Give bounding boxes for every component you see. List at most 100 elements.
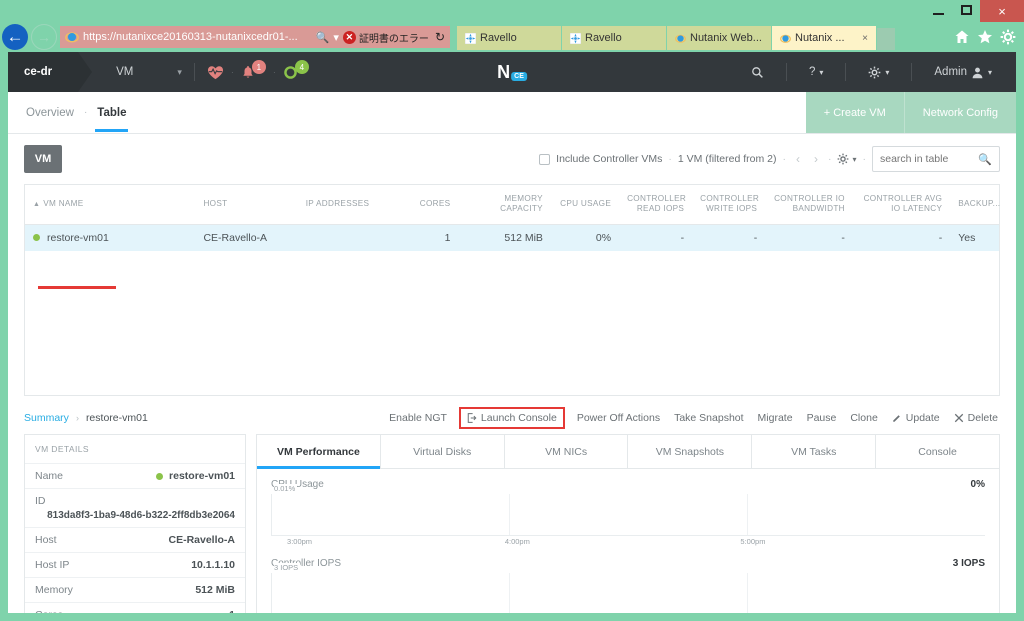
column-header-controller-read-iops[interactable]: CONTROLLER READ IOPS — [619, 185, 693, 225]
cell-vm-name[interactable]: restore-vm01 — [25, 224, 196, 251]
detail-label: Host IP — [35, 559, 70, 571]
chevron-down-icon: ▾ — [852, 154, 857, 164]
browser-tab-ravello-1[interactable]: Ravello — [457, 26, 561, 50]
grid-line — [746, 494, 748, 535]
action-pause[interactable]: Pause — [807, 412, 837, 424]
action-take-snapshot[interactable]: Take Snapshot — [674, 412, 743, 424]
tab-close-icon[interactable]: × — [862, 33, 868, 44]
back-button[interactable]: ← — [2, 24, 28, 50]
cluster-name[interactable]: ce-dr — [8, 52, 93, 92]
alerts-bell-icon[interactable]: 1 — [241, 60, 266, 80]
detail-label: Name — [35, 470, 64, 482]
action-launch-console[interactable]: Launch Console — [458, 407, 565, 429]
tab-table[interactable]: Table — [95, 94, 129, 132]
breadcrumb-summary[interactable]: Summary — [24, 412, 69, 424]
action-update[interactable]: Update — [892, 412, 940, 424]
tab-vm-nics[interactable]: VM NICs — [505, 435, 629, 468]
tab-virtual-disks[interactable]: Virtual Disks — [381, 435, 505, 468]
detail-row-memory: Memory 512 MiB — [25, 577, 245, 602]
browser-tab-nutanix-web[interactable]: Nutanix Web... — [667, 26, 771, 50]
ie-icon — [780, 34, 791, 43]
home-icon[interactable] — [954, 29, 970, 45]
controller-iops-chart: Controller IOPS 3 IOPS 3 IOPS 3:00pm 4:0… — [257, 548, 999, 613]
chart-title: Controller IOPS — [271, 558, 342, 569]
table-settings-menu[interactable]: ▾ — [837, 153, 857, 165]
entity-selector-label[interactable]: VM — [116, 66, 133, 78]
action-migrate[interactable]: Migrate — [758, 412, 793, 424]
chevron-down-icon[interactable]: ▾ — [177, 67, 182, 78]
new-tab-button[interactable] — [877, 28, 895, 50]
action-power-off[interactable]: Power Off Actions — [577, 412, 660, 424]
address-bar[interactable]: https://nutanixce20160313-nutanixcedr01-… — [60, 26, 450, 48]
column-header-backup[interactable]: BACKUP... — [950, 185, 1000, 225]
chart-current-value: 0% — [970, 479, 985, 490]
refresh-icon[interactable]: ↻ — [433, 30, 445, 44]
forward-button[interactable]: → — [31, 24, 57, 50]
cell-controller-io-bandwidth: - — [765, 224, 853, 251]
user-menu[interactable]: Admin ▾ — [924, 66, 1002, 79]
column-header-cores[interactable]: CORES — [404, 185, 459, 225]
grid-line — [746, 573, 748, 613]
column-header-controller-io-bandwidth[interactable]: CONTROLLER IO BANDWIDTH — [765, 185, 853, 225]
global-search-button[interactable] — [741, 66, 774, 79]
action-delete[interactable]: Delete — [954, 412, 998, 424]
column-header-ip-addresses[interactable]: IP ADDRESSES — [297, 185, 405, 225]
tasks-circle-icon[interactable]: 4 — [283, 60, 309, 80]
column-header-controller-write-iops[interactable]: CONTROLLER WRITE IOPS — [692, 185, 766, 225]
maximize-button[interactable] — [952, 0, 980, 20]
tab-vm-tasks[interactable]: VM Tasks — [752, 435, 877, 468]
address-url: https://nutanixce20160313-nutanixcedr01-… — [83, 31, 298, 43]
settings-menu[interactable]: ▾ — [858, 66, 899, 79]
browser-tab-ravello-2[interactable]: Ravello — [562, 26, 666, 50]
address-dropdown-caret[interactable]: ▾ — [333, 31, 339, 44]
header-right-controls: ? ▾ ▾ Admin ▾ — [741, 63, 1016, 81]
grid-line — [509, 573, 511, 613]
column-header-host[interactable]: HOST — [195, 185, 298, 225]
title-bar: × — [0, 0, 1024, 22]
column-header-memory-capacity[interactable]: MEMORY CAPACITY — [458, 185, 551, 225]
browser-tab-nutanix-active[interactable]: Nutanix ... × — [772, 26, 876, 50]
detail-row-cores: Cores 1 — [25, 602, 245, 613]
action-enable-ngt[interactable]: Enable NGT — [389, 412, 447, 424]
column-header-controller-avg-io-latency[interactable]: CONTROLLER AVG IO LATENCY — [852, 185, 951, 225]
next-page-button[interactable]: › — [810, 152, 822, 166]
tab-vm-performance[interactable]: VM Performance — [257, 435, 381, 469]
help-menu[interactable]: ? ▾ — [799, 66, 833, 78]
close-button[interactable]: × — [980, 0, 1024, 22]
separator-dot: · — [272, 67, 276, 77]
address-search-icon[interactable]: 🔍 — [316, 31, 330, 44]
health-heartbeat-icon[interactable] — [207, 65, 224, 80]
include-controller-vms-checkbox[interactable] — [539, 153, 551, 165]
tab-vm-snapshots[interactable]: VM Snapshots — [628, 435, 753, 468]
create-vm-button[interactable]: + Create VM — [805, 92, 904, 133]
cpu-usage-chart: CPU Usage 0% 0.01% 3:00pm 4:00pm 5:00pm — [257, 469, 999, 548]
tab-console[interactable]: Console — [876, 435, 999, 468]
column-label: VM NAME — [43, 198, 84, 208]
browser-tab-label: Nutanix ... — [795, 32, 845, 44]
search-input[interactable] — [880, 153, 979, 165]
star-icon[interactable] — [977, 29, 993, 45]
divider — [785, 63, 787, 81]
detail-label: Cores — [35, 609, 63, 613]
table-row[interactable]: restore-vm01 CE-Ravello-A 1 512 MiB 0% -… — [25, 224, 999, 251]
certificate-error-indicator[interactable]: ✕ 証明書のエラー — [342, 30, 429, 45]
ie-icon — [675, 34, 686, 43]
column-header-cpu-usage[interactable]: CPU USAGE — [550, 185, 620, 225]
cell-ip-addresses — [297, 224, 405, 251]
action-clone[interactable]: Clone — [850, 412, 877, 424]
table-search-box[interactable]: 🔍 — [872, 146, 1000, 172]
gear-icon[interactable] — [1000, 29, 1016, 45]
tab-overview[interactable]: Overview — [24, 94, 76, 131]
network-config-button[interactable]: Network Config — [903, 92, 1016, 133]
pencil-icon — [893, 415, 900, 422]
column-header-vm-name[interactable]: ▲ VM NAME — [25, 185, 196, 225]
entity-type-button[interactable]: VM — [24, 145, 62, 173]
help-label: ? — [808, 66, 816, 78]
table-header-row: ▲ VM NAME HOST IP ADDRESSES CORES MEMORY … — [25, 185, 1000, 225]
detail-value: 10.1.1.10 — [191, 559, 235, 571]
power-status-icon — [156, 472, 164, 480]
gear-icon — [869, 66, 881, 78]
detail-row-id: ID 813da8f3-1ba9-48d6-b322-2ff8db3e2064 — [25, 488, 245, 527]
previous-page-button[interactable]: ‹ — [792, 152, 804, 166]
minimize-button[interactable] — [924, 0, 952, 20]
